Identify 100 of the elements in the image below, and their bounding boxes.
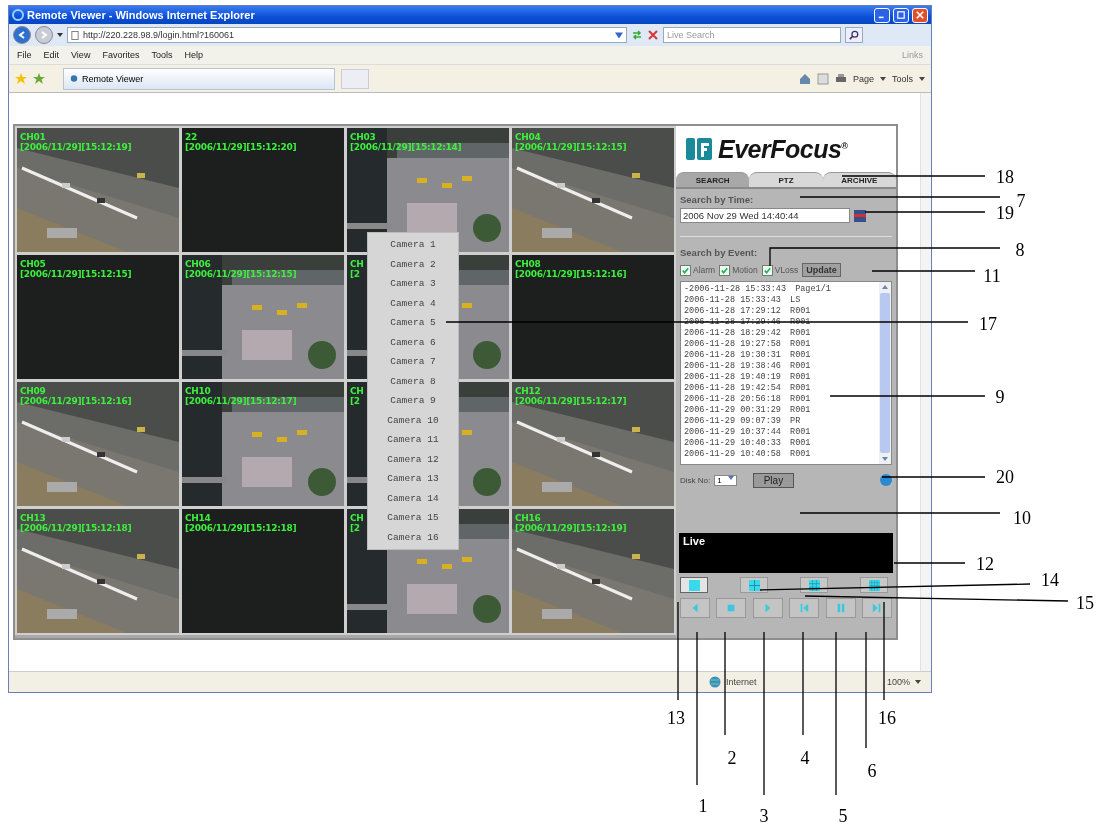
channel-label: CH12 <box>515 386 541 396</box>
callout-number: 1 <box>698 797 708 815</box>
play-button[interactable]: Play <box>752 472 795 488</box>
event-row[interactable]: 2006-11-29 09:07:39 PR <box>684 416 876 427</box>
camera-view[interactable]: 22 [2006/11/29][15:12:20] <box>182 128 344 252</box>
camera-menu-item[interactable]: Camera 1 <box>368 235 458 255</box>
callout-number: 8 <box>1015 241 1025 259</box>
filter-checkbox[interactable]: Alarm <box>680 264 716 276</box>
camera-view[interactable]: CH06 [2006/11/29][15:12:15] <box>182 255 344 379</box>
menu-item[interactable]: File <box>17 50 32 60</box>
tab[interactable]: PTZ <box>749 172 823 187</box>
timestamp-label: [2 <box>350 523 360 533</box>
window-title: Remote Viewer - Windows Internet Explorer <box>27 9 255 21</box>
menu-item[interactable]: View <box>71 50 91 60</box>
camera-menu-item[interactable]: Camera 6 <box>368 332 458 352</box>
camera-view[interactable]: CH01 [2006/11/29][15:12:19] <box>17 128 179 252</box>
callout-number: 10 <box>1013 509 1031 527</box>
camera-view[interactable]: CH09 [2006/11/29][15:12:16] <box>17 382 179 506</box>
callout-number: 20 <box>996 468 1014 486</box>
event-row[interactable]: 2006-11-29 10:40:58 R001 <box>684 449 876 460</box>
channel-label: CH13 <box>20 513 46 523</box>
timestamp-label: [2006/11/29][15:12:15] <box>185 269 297 279</box>
camera-menu-item[interactable]: Camera 5 <box>368 313 458 333</box>
camera-menu-item[interactable]: Camera 12 <box>368 449 458 469</box>
callout-number: 19 <box>996 204 1014 222</box>
filter-checkbox[interactable]: Motion <box>719 264 758 276</box>
camera-menu-item[interactable]: Camera 2 <box>368 254 458 274</box>
channel-label: CH03 <box>350 132 376 142</box>
camera-view[interactable]: CH14 [2006/11/29][15:12:18] <box>182 509 344 633</box>
disk-label: Disk No: <box>680 475 711 485</box>
search-field[interactable]: Live Search <box>663 27 841 43</box>
camera-view[interactable]: CH12 [2006/11/29][15:12:17] <box>512 382 674 506</box>
channel-label: CH09 <box>20 386 46 396</box>
timestamp-label: [2006/11/29][15:12:14] <box>350 142 462 152</box>
camera-menu-item[interactable]: Camera 4 <box>368 293 458 313</box>
event-row[interactable]: 2006-11-28 19:40:19 R001 <box>684 372 876 383</box>
update-button[interactable]: Update <box>802 263 841 277</box>
filter-checkbox[interactable]: VLoss <box>761 264 799 276</box>
event-row[interactable]: 2006-11-28 15:33:43 LS <box>684 295 876 306</box>
channel-label: CH01 <box>20 132 46 142</box>
camera-menu-item[interactable]: Camera 10 <box>368 410 458 430</box>
live-label: Live <box>683 535 705 547</box>
channel-label: CH08 <box>515 259 541 269</box>
camera-menu-item[interactable]: Camera 15 <box>368 508 458 528</box>
camera-view[interactable]: CH05 [2006/11/29][15:12:15] <box>17 255 179 379</box>
camera-view[interactable]: CH16 [2006/11/29][15:12:19] <box>512 509 674 633</box>
callout-number: 2 <box>727 749 737 767</box>
camera-menu-item[interactable]: Camera 11 <box>368 430 458 450</box>
event-row[interactable]: 2006-11-29 10:40:33 R001 <box>684 438 876 449</box>
camera-menu-item[interactable]: Camera 8 <box>368 371 458 391</box>
browser-tab[interactable]: Remote Viewer <box>63 67 335 90</box>
event-row[interactable]: 2006-11-28 17:29:12 R001 <box>684 306 876 317</box>
camera-menu-item[interactable]: Camera 13 <box>368 469 458 489</box>
address-field[interactable]: http://220.228.98.9/login.html?160061 <box>67 27 627 43</box>
channel-label: CH05 <box>20 259 46 269</box>
event-row[interactable]: 2006-11-28 19:27:58 R001 <box>684 339 876 350</box>
callout-number: 3 <box>759 807 769 825</box>
timestamp-label: [2006/11/29][15:12:15] <box>515 142 627 152</box>
tab[interactable]: SEARCH <box>676 172 750 187</box>
camera-view[interactable]: CH04 [2006/11/29][15:12:15] <box>512 128 674 252</box>
timestamp-label: [2006/11/29][15:12:15] <box>20 269 132 279</box>
event-row[interactable]: 2006-11-28 17:29:46 R001 <box>684 317 876 328</box>
camera-menu-item[interactable]: Camera 14 <box>368 488 458 508</box>
page-menu[interactable]: Page <box>852 73 874 84</box>
event-row[interactable]: 2006-11-28 19:30:31 R001 <box>684 350 876 361</box>
timestamp-label: [2006/11/29][15:12:19] <box>20 142 132 152</box>
zoom-level[interactable]: 100% <box>886 677 910 687</box>
timestamp-label: [2006/11/29][15:12:16] <box>515 269 627 279</box>
event-row[interactable]: 2006-11-28 19:42:54 R001 <box>684 383 876 394</box>
callout-number: 13 <box>667 709 685 727</box>
menu-item[interactable]: Help <box>184 50 203 60</box>
camera-view[interactable]: CH10 [2006/11/29][15:12:17] <box>182 382 344 506</box>
time-field[interactable]: 2006 Nov 29 Wed 14:40:44 <box>680 208 850 223</box>
event-row[interactable]: 2006-11-28 18:29:42 R001 <box>684 328 876 339</box>
timestamp-label: [2 <box>350 396 360 406</box>
timestamp-label: [2006/11/29][15:12:18] <box>185 523 297 533</box>
event-row[interactable]: 2006-11-28 20:56:18 R001 <box>684 394 876 405</box>
event-row[interactable]: 2006-11-29 00:31:29 R001 <box>684 405 876 416</box>
disk-select[interactable]: 1 <box>714 474 737 486</box>
callout-number: 6 <box>867 762 877 780</box>
timestamp-label: [2006/11/29][15:12:18] <box>20 523 132 533</box>
event-row[interactable]: -2006-11-28 15:33:43 Page1/1 <box>684 284 876 295</box>
tools-menu[interactable]: Tools <box>892 73 913 84</box>
camera-view[interactable]: CH13 [2006/11/29][15:12:18] <box>17 509 179 633</box>
menu-item[interactable]: Favorites <box>102 50 140 60</box>
callout-number: 14 <box>1041 571 1059 589</box>
menu-item[interactable]: Edit <box>43 50 60 60</box>
timestamp-label: [2006/11/29][15:12:17] <box>185 396 297 406</box>
timestamp-label: [2006/11/29][15:12:19] <box>515 523 627 533</box>
event-row[interactable]: 2006-11-28 19:38:46 R001 <box>684 361 876 372</box>
callout-number: 16 <box>878 709 896 727</box>
camera-menu-item[interactable]: Camera 9 <box>368 391 458 411</box>
camera-menu-item[interactable]: Camera 3 <box>368 274 458 294</box>
camera-menu-item[interactable]: Camera 7 <box>368 352 458 372</box>
security-zone-label: Internet <box>725 677 758 687</box>
camera-view[interactable]: CH08 [2006/11/29][15:12:16] <box>512 255 674 379</box>
camera-menu-item[interactable]: Camera 16 <box>368 527 458 547</box>
callout-number: 9 <box>995 388 1005 406</box>
menu-item[interactable]: Tools <box>151 50 173 60</box>
event-row[interactable]: 2006-11-29 10:37:44 R001 <box>684 427 876 438</box>
